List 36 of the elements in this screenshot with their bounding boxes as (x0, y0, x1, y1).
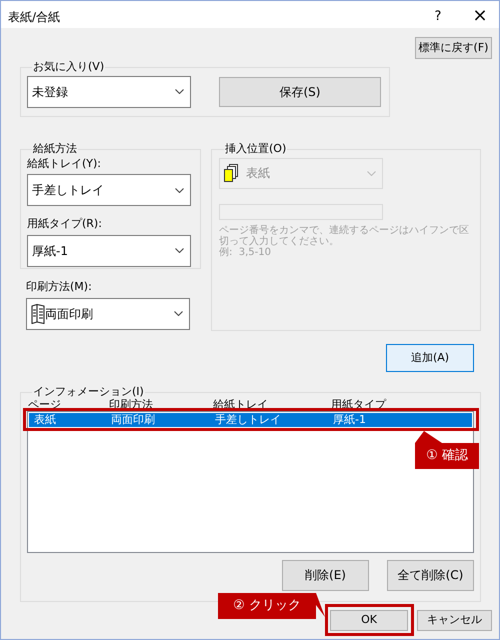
group-label: 給紙方法 (32, 141, 78, 157)
stacked-pages-icon (224, 164, 238, 182)
list-row[interactable]: 表紙 両面印刷 手差しトレイ 厚紙-1 (29, 412, 472, 426)
button[interactable]: 保存(S) (219, 76, 381, 106)
add-button[interactable]: 追加(A) (386, 344, 474, 372)
group-label: お気に入り(V) (32, 59, 106, 75)
field-label: 給紙トレイ(Y): (27, 156, 102, 172)
chevron-down-icon (175, 188, 184, 192)
chevron-down-icon (175, 248, 184, 253)
duplex-book-icon (31, 304, 45, 324)
chevron-down-icon (367, 170, 376, 176)
table-cell-text: 厚紙-1 (333, 412, 367, 426)
button[interactable]: 削除(E) (282, 560, 369, 590)
example-text: 例: 3,5-10 (219, 246, 272, 258)
table-cell-text: 表紙 (33, 412, 57, 426)
chevron-down-icon (174, 311, 183, 316)
table-cell-text: 両面印刷 (111, 412, 156, 426)
callout-pointer (316, 593, 325, 617)
field-label: 用紙タイプ(R): (27, 216, 103, 232)
button[interactable]: 全て削除(C) (387, 560, 474, 590)
group-label: インフォメーション(I) (32, 384, 145, 398)
chevron-down-icon (175, 89, 184, 94)
hint-text: ページ番号をカンマで、連続するページはハイフンで区切って入力してください。 (219, 224, 469, 246)
close-button[interactable]: × (470, 2, 490, 29)
dropdown[interactable]: 未登録 (27, 76, 191, 108)
button[interactable]: キャンセル (417, 610, 492, 631)
button[interactable]: OK (330, 610, 408, 631)
table-cell-text: 手差しトレイ (215, 412, 282, 426)
group-label: 挿入位置(O) (224, 141, 288, 157)
field-label: 印刷方法(M): (26, 279, 93, 295)
button[interactable]: 標準に戻す(F) (415, 37, 492, 59)
dropdown[interactable]: 両面印刷 (26, 298, 190, 330)
window-title: 表紙/合紙 (8, 8, 60, 26)
help-button[interactable]: ? (428, 6, 448, 26)
dropdown[interactable]: 手差しトレイ (27, 174, 191, 206)
dropdown[interactable]: 厚紙-1 (27, 234, 191, 266)
